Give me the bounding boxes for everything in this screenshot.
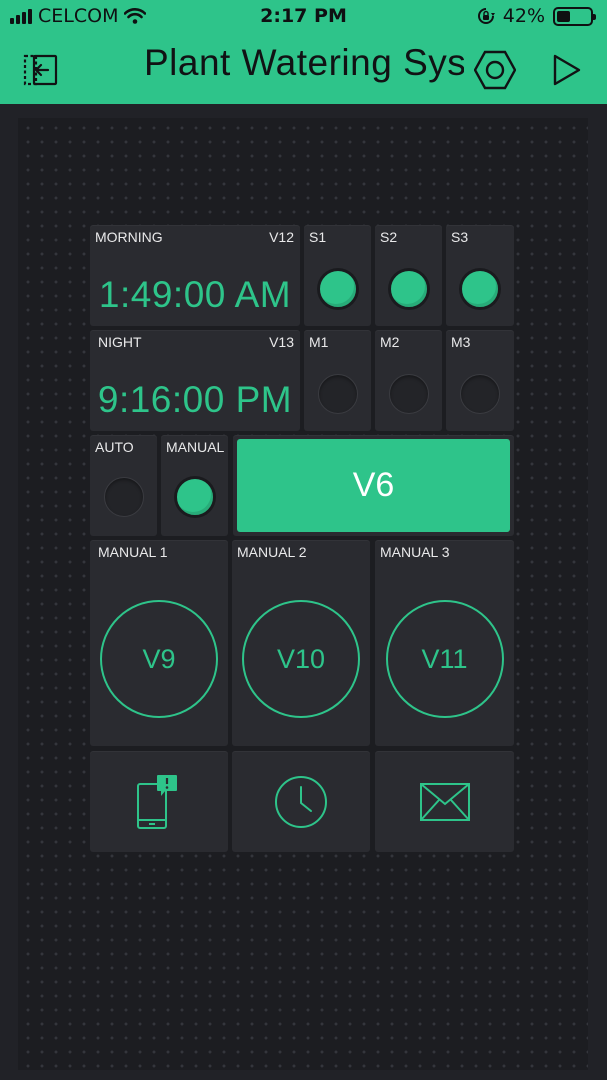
led-label: MANUAL bbox=[166, 439, 225, 455]
notification-phone-icon bbox=[137, 774, 177, 829]
manual-button-widget-2[interactable]: MANUAL 2 V10 bbox=[232, 540, 370, 746]
timer-value: 1:49:00 AM bbox=[98, 274, 292, 315]
manual-pin-label: V9 bbox=[142, 643, 176, 674]
manual-1-button[interactable]: V9 bbox=[100, 600, 218, 718]
dashboard-canvas: MORNING V12 1:49:00 AM S1 S2 S3 NIGHT V1… bbox=[18, 118, 588, 1070]
orientation-lock-icon bbox=[477, 8, 495, 24]
led-label: S1 bbox=[309, 229, 327, 245]
manual-pin-label: V10 bbox=[276, 643, 326, 674]
manual-3-button[interactable]: V11 bbox=[385, 600, 504, 718]
battery-icon bbox=[553, 6, 596, 26]
settings-hexagon-icon[interactable] bbox=[474, 49, 516, 91]
v6-button[interactable]: V6 bbox=[237, 439, 510, 532]
led-widget-s2[interactable]: S2 bbox=[375, 225, 442, 326]
led-widget-m2[interactable]: M2 bbox=[375, 330, 442, 431]
led-indicator-on bbox=[388, 269, 429, 309]
led-indicator-on bbox=[317, 269, 358, 309]
rtc-widget[interactable] bbox=[232, 751, 370, 852]
led-indicator-off bbox=[103, 477, 144, 517]
manual-label: MANUAL 3 bbox=[380, 544, 450, 560]
battery-fill bbox=[557, 10, 571, 22]
notification-widget[interactable] bbox=[90, 751, 228, 852]
led-widget-s1[interactable]: S1 bbox=[304, 225, 371, 326]
page-title: Plant Watering Syst bbox=[144, 42, 464, 83]
timer-label: MORNING bbox=[95, 229, 163, 245]
led-label: S2 bbox=[380, 229, 398, 245]
led-widget-manual[interactable]: MANUAL bbox=[161, 435, 228, 536]
led-indicator-off bbox=[460, 374, 500, 414]
manual-pin-label: V11 bbox=[421, 643, 468, 674]
v6-button-label: V6 bbox=[352, 466, 395, 504]
button-widget-v6[interactable]: V6 bbox=[233, 435, 514, 536]
led-indicator-on bbox=[174, 477, 215, 517]
manual-button-widget-1[interactable]: MANUAL 1 V9 bbox=[90, 540, 228, 746]
manual-button-widget-3[interactable]: MANUAL 3 V11 bbox=[375, 540, 514, 746]
timer-pin: V13 bbox=[269, 334, 294, 350]
play-icon[interactable] bbox=[546, 49, 588, 91]
manual-2-button[interactable]: V10 bbox=[242, 600, 360, 718]
timer-pin: V12 bbox=[269, 229, 294, 245]
led-indicator-off bbox=[388, 374, 429, 414]
status-right: 42% bbox=[477, 5, 596, 27]
led-widget-auto[interactable]: AUTO bbox=[90, 435, 157, 536]
manual-label: MANUAL 2 bbox=[237, 544, 307, 560]
led-indicator-on bbox=[460, 269, 500, 309]
email-icon bbox=[419, 782, 470, 821]
status-bar: CELCOM 2:17 PM 42% bbox=[0, 0, 607, 34]
nav-row: Plant Watering Syst bbox=[0, 34, 607, 104]
led-label: M2 bbox=[380, 334, 400, 350]
battery-percent: 42% bbox=[502, 5, 545, 27]
clock-icon bbox=[275, 775, 327, 828]
timer-widget-night[interactable]: NIGHT V13 9:16:00 PM bbox=[90, 330, 300, 431]
timer-label: NIGHT bbox=[98, 334, 142, 350]
led-label: M1 bbox=[309, 334, 329, 350]
timer-value: 9:16:00 PM bbox=[97, 379, 293, 420]
led-label: S3 bbox=[451, 229, 469, 245]
led-widget-m1[interactable]: M1 bbox=[304, 330, 371, 431]
timer-widget-morning[interactable]: MORNING V12 1:49:00 AM bbox=[90, 225, 300, 326]
app-header: CELCOM 2:17 PM 42% Plant Watering Syst bbox=[0, 0, 607, 104]
led-label: AUTO bbox=[95, 439, 134, 455]
exit-icon[interactable] bbox=[20, 49, 62, 91]
led-label: M3 bbox=[451, 334, 471, 350]
led-widget-m3[interactable]: M3 bbox=[446, 330, 514, 431]
manual-label: MANUAL 1 bbox=[98, 544, 168, 560]
led-indicator-off bbox=[317, 374, 358, 414]
led-widget-s3[interactable]: S3 bbox=[446, 225, 514, 326]
email-widget[interactable] bbox=[375, 751, 514, 852]
